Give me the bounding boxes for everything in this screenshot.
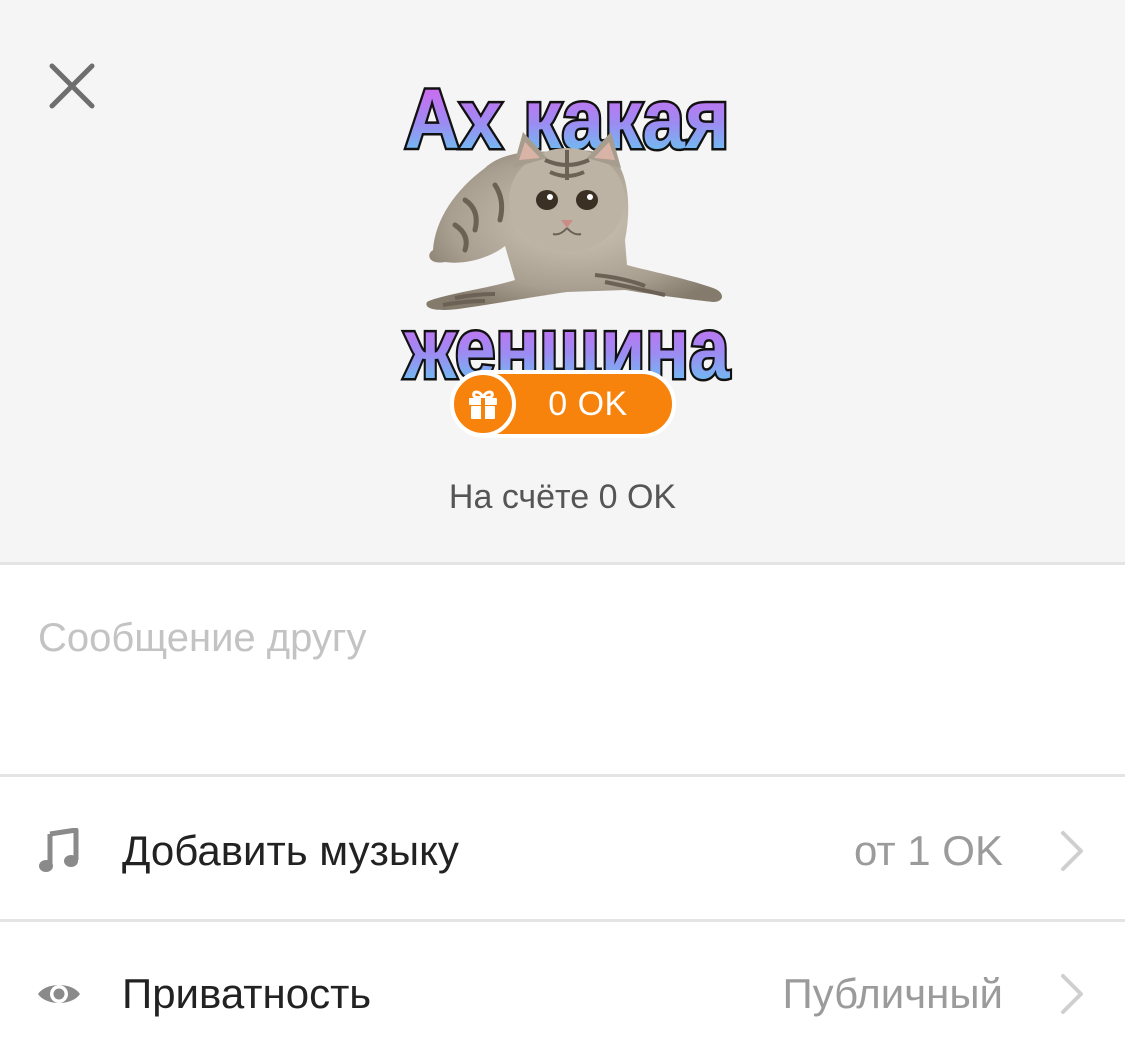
- gift-icon: [469, 390, 497, 419]
- divider: [0, 774, 1125, 777]
- gift-icon-wrapper: [450, 371, 516, 437]
- price-label: 0 OK: [548, 384, 628, 423]
- music-note-icon: [36, 828, 82, 874]
- close-button[interactable]: [44, 58, 100, 114]
- account-balance: На счёте 0 OK: [448, 478, 677, 516]
- message-input[interactable]: [38, 608, 1088, 668]
- add-music-label: Добавить музыку: [122, 827, 459, 874]
- divider: [0, 919, 1125, 922]
- gift-sticker[interactable]: Ах какая женщина: [395, 50, 740, 396]
- privacy-label: Приватность: [122, 970, 372, 1017]
- gift-header: Ах какая женщина 0 OK На счёте 0 OK: [0, 0, 1125, 563]
- chevron-right-icon: [1061, 831, 1083, 871]
- privacy-row[interactable]: Приватность Публичный: [0, 924, 1125, 1064]
- privacy-value: Публичный: [782, 970, 1003, 1017]
- add-music-price: от 1 OK: [853, 827, 1003, 874]
- add-music-row[interactable]: Добавить музыку от 1 OK: [0, 781, 1125, 921]
- chevron-right-icon: [1061, 974, 1083, 1014]
- price-badge[interactable]: 0 OK: [450, 370, 676, 438]
- divider: [0, 562, 1125, 565]
- kitten-sticker-image: Ах какая женщина: [401, 70, 733, 396]
- close-icon: [49, 63, 95, 109]
- eye-icon: [36, 971, 82, 1017]
